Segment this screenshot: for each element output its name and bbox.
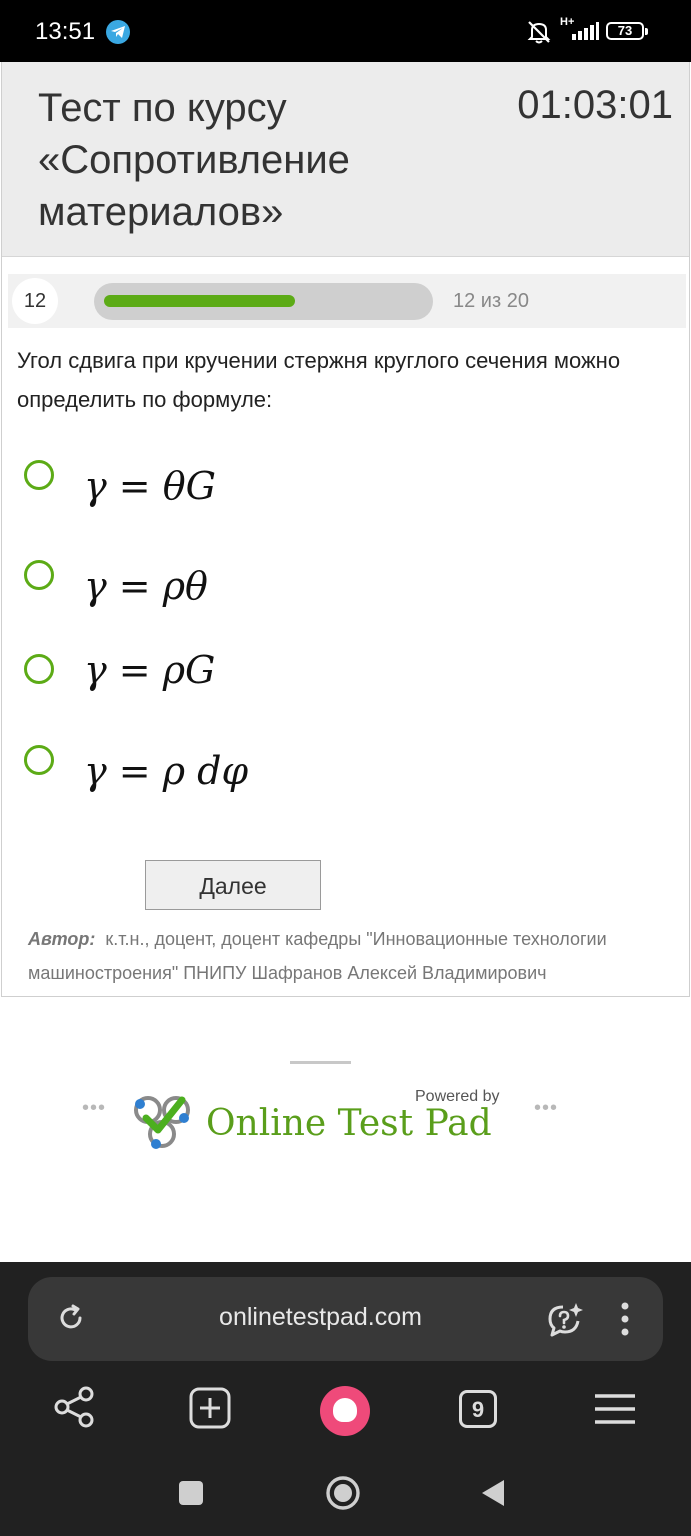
author-label: Автор: bbox=[28, 929, 96, 949]
answer-option-3[interactable]: γ = ρG bbox=[24, 648, 324, 724]
radio-button[interactable] bbox=[24, 560, 54, 590]
option-formula: γ = ρG bbox=[84, 648, 216, 692]
author-info: Автор: к.т.н., доцент, доцент кафедры "Ин… bbox=[28, 922, 668, 990]
share-icon[interactable] bbox=[53, 1386, 95, 1433]
muted-bell-icon bbox=[526, 19, 552, 50]
progress-count: 12 из 20 bbox=[453, 290, 529, 312]
tabs-count-button[interactable]: 9 bbox=[459, 1390, 497, 1428]
browser-toolbar: onlinetestpad.com 9 bbox=[0, 1262, 691, 1536]
option-formula: γ = ρθ bbox=[84, 564, 208, 608]
telegram-icon bbox=[106, 20, 130, 44]
radio-button[interactable] bbox=[24, 460, 54, 490]
test-title: Тест по курсу «Сопротивление материалов» bbox=[38, 86, 350, 234]
answer-option-2[interactable]: γ = ρθ bbox=[24, 560, 324, 630]
voice-assistant-icon[interactable] bbox=[320, 1386, 370, 1436]
question-text: Угол сдвига при кручении стержня круглог… bbox=[17, 348, 621, 412]
footer-divider bbox=[290, 1061, 351, 1064]
test-card: Тест по курсу «Сопротивление материалов»… bbox=[1, 62, 690, 997]
status-time: 13:51 bbox=[35, 18, 96, 45]
status-bar: 13:51 H+ 73 bbox=[0, 0, 691, 62]
back-nav-icon[interactable] bbox=[480, 1479, 506, 1512]
timer: 01:03:01 bbox=[517, 83, 673, 127]
address-bar[interactable]: onlinetestpad.com bbox=[28, 1277, 663, 1361]
option-formula: γ = ρ dφ bbox=[84, 749, 249, 793]
answer-option-1[interactable]: γ = θG bbox=[24, 460, 324, 530]
dots-decoration-right: ••• bbox=[534, 1097, 559, 1119]
recents-nav-icon[interactable] bbox=[178, 1480, 204, 1511]
radio-button[interactable] bbox=[24, 745, 54, 775]
online-test-pad-logo-icon bbox=[132, 1094, 192, 1157]
dots-decoration-left: ••• bbox=[82, 1097, 107, 1119]
ai-assistant-icon[interactable] bbox=[545, 1301, 585, 1344]
more-menu-icon[interactable] bbox=[620, 1302, 630, 1341]
battery-icon: 73 bbox=[606, 22, 648, 40]
author-text: к.т.н., доцент, доцент кафедры "Инноваци… bbox=[28, 929, 607, 983]
brand-link[interactable]: Online Test Pad bbox=[206, 1103, 492, 1144]
url-text[interactable]: onlinetestpad.com bbox=[28, 1303, 613, 1332]
test-header: Тест по курсу «Сопротивление материалов»… bbox=[2, 62, 689, 257]
option-formula: γ = θG bbox=[84, 464, 216, 508]
next-button[interactable]: Далее bbox=[145, 860, 321, 910]
radio-button[interactable] bbox=[24, 654, 54, 684]
question-number-badge: 12 bbox=[12, 278, 58, 324]
hamburger-menu-icon[interactable] bbox=[593, 1392, 637, 1431]
progress-bar-fill bbox=[104, 295, 295, 307]
new-tab-icon[interactable] bbox=[188, 1386, 232, 1435]
progress-bar bbox=[94, 283, 433, 320]
answer-option-4[interactable]: γ = ρ dφ bbox=[24, 745, 324, 815]
signal-icon bbox=[572, 22, 600, 45]
progress-row: 12 12 из 20 bbox=[8, 274, 686, 328]
home-nav-icon[interactable] bbox=[325, 1475, 361, 1516]
